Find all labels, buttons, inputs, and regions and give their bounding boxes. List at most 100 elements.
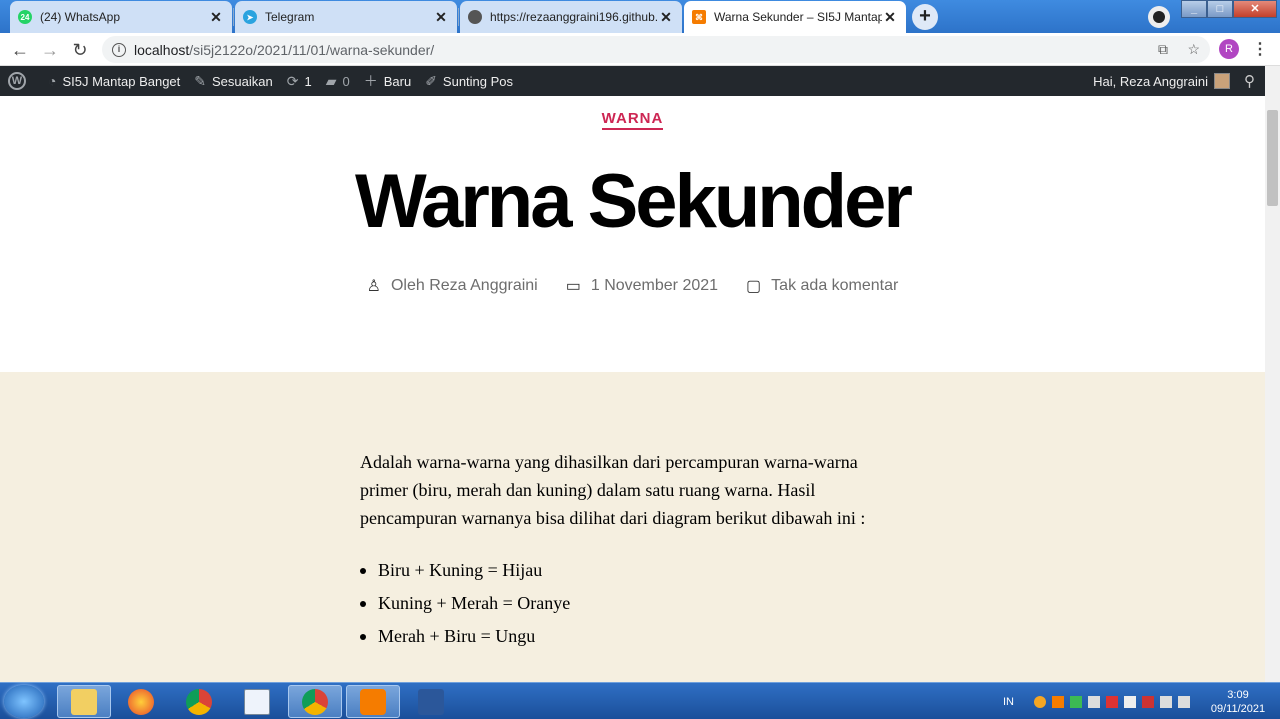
device-tray-icon[interactable] xyxy=(1088,695,1100,708)
user-avatar[interactable] xyxy=(1214,73,1230,89)
telegram-icon: ➤ xyxy=(243,10,257,24)
taskbar-chrome[interactable] xyxy=(172,685,226,718)
notepad-icon xyxy=(244,688,270,715)
xampp-icon: ⌘ xyxy=(692,10,706,24)
category-link[interactable]: WARNA xyxy=(601,110,664,130)
list-item: Biru + Kuning = Hijau xyxy=(360,554,570,587)
comments-link[interactable]: ▰ 0 xyxy=(326,73,350,90)
taskbar-xampp[interactable] xyxy=(346,685,400,718)
firefox-icon xyxy=(128,688,154,715)
wp-admin-bar: W ◔ SI5J Mantap Banget ✎ Sesuaikan ⟳ 1 ▰… xyxy=(0,66,1265,96)
new-tab-button[interactable]: + xyxy=(912,4,938,30)
close-tab-icon[interactable]: ✕ xyxy=(208,9,224,26)
plus-icon: ＋ xyxy=(363,73,378,89)
system-tray: IN 3:09 09/11/2021 xyxy=(1003,683,1280,719)
wordpress-logo-icon[interactable]: W xyxy=(8,72,26,90)
user-greeting[interactable]: Hai, Reza Anggraini xyxy=(1093,74,1208,89)
tab-warna-sekunder[interactable]: ⌘ Warna Sekunder – SI5J Mantap B ✕ xyxy=(684,1,906,33)
post-category: WARNA xyxy=(0,110,1265,130)
bullet-icon xyxy=(360,567,366,574)
clock-date: 09/11/2021 xyxy=(1210,702,1266,715)
minimize-button[interactable]: _ xyxy=(1181,0,1207,18)
bullet-icon xyxy=(360,600,366,607)
translate-icon[interactable]: ⧉ xyxy=(1158,41,1168,58)
address-bar[interactable]: i localhost/si5j2122o/2021/11/01/warna-s… xyxy=(102,36,1210,63)
person-icon: ♙ xyxy=(366,278,381,295)
warning-tray-icon[interactable] xyxy=(1106,695,1118,708)
date-link[interactable]: 1 November 2021 xyxy=(591,277,718,295)
list-item-text: Kuning + Merah = Oranye xyxy=(378,593,571,613)
close-tab-icon[interactable]: ✕ xyxy=(433,9,449,26)
updates-count: 1 xyxy=(304,73,312,89)
forward-arrow-icon[interactable]: → xyxy=(39,39,61,61)
reload-icon[interactable]: ↻ xyxy=(69,39,91,61)
maximize-button[interactable]: □ xyxy=(1207,0,1233,18)
signal-tray-icon[interactable] xyxy=(1160,695,1172,708)
tab-search-icon[interactable] xyxy=(1148,6,1170,28)
flag-tray-icon[interactable] xyxy=(1124,695,1136,708)
tab-divider xyxy=(233,8,234,26)
back-arrow-icon[interactable]: ← xyxy=(9,39,31,61)
folder-icon xyxy=(71,688,97,715)
url-path: /si5j2122o/2021/11/01/warna-sekunder/ xyxy=(189,41,435,58)
clock[interactable]: 3:09 09/11/2021 xyxy=(1196,688,1280,716)
list-item-text: Biru + Kuning = Hijau xyxy=(378,560,543,580)
author-link[interactable]: Oleh Reza Anggraini xyxy=(391,277,538,295)
post-title: Warna Sekunder xyxy=(355,159,913,244)
drive-tray-icon[interactable] xyxy=(1070,695,1082,708)
taskbar-word[interactable] xyxy=(404,685,458,718)
tab-whatsapp[interactable]: 24 (24) WhatsApp ✕ xyxy=(10,1,232,33)
close-tab-icon[interactable]: ✕ xyxy=(882,9,898,26)
customize-label: Sesuaikan xyxy=(212,73,273,89)
start-button[interactable] xyxy=(4,685,44,718)
bullet-icon xyxy=(360,633,366,640)
security-tray-icon[interactable] xyxy=(1142,695,1154,708)
close-tab-icon[interactable]: ✕ xyxy=(658,9,674,26)
edit-post-label: Sunting Pos xyxy=(442,73,514,89)
new-label: Baru xyxy=(383,73,412,89)
tab-title: Telegram xyxy=(265,10,315,24)
tab-title: (24) WhatsApp xyxy=(40,10,121,24)
list-item-text: Merah + Biru = Ungu xyxy=(378,626,536,646)
post-date: ▭ 1 November 2021 xyxy=(566,276,718,296)
comment-bubble-icon: ▰ xyxy=(325,72,337,89)
list-item: Kuning + Merah = Oranye xyxy=(360,587,570,620)
updates-link[interactable]: ⟳ 1 xyxy=(287,73,312,90)
taskbar-notepad[interactable] xyxy=(230,685,284,718)
tab-divider xyxy=(458,8,459,26)
post-meta: ♙ Oleh Reza Anggraini ▭ 1 November 2021 ▢ T… xyxy=(0,276,1265,296)
tab-title: Warna Sekunder – SI5J Mantap B xyxy=(714,10,882,24)
info-icon[interactable]: i xyxy=(112,42,126,57)
customize-link[interactable]: ✎ Sesuaikan xyxy=(194,73,272,90)
pencil-icon: ✐ xyxy=(425,72,437,89)
scrollbar-thumb[interactable] xyxy=(1267,110,1278,206)
language-indicator[interactable]: IN xyxy=(1003,696,1014,708)
url-host: localhost xyxy=(134,41,190,58)
menu-kebab-icon[interactable]: ⋮ xyxy=(1252,39,1268,59)
tab-github[interactable]: https://rezaanggraini196.github.i ✕ xyxy=(460,1,682,33)
search-icon[interactable]: ⚲ xyxy=(1244,72,1255,90)
tab-telegram[interactable]: ➤ Telegram ✕ xyxy=(235,1,457,33)
volume-tray-icon[interactable] xyxy=(1178,695,1190,708)
close-window-button[interactable]: ✕ xyxy=(1233,0,1277,18)
taskbar-explorer[interactable] xyxy=(57,685,111,718)
taskbar-firefox[interactable] xyxy=(114,685,168,718)
xampp-tray-icon[interactable] xyxy=(1052,695,1064,708)
page-scrollbar[interactable] xyxy=(1265,66,1280,682)
new-content-link[interactable]: ＋ Baru xyxy=(364,71,411,91)
comments-count: 0 xyxy=(342,73,350,89)
comments-link[interactable]: Tak ada komentar xyxy=(771,277,898,295)
xampp-icon xyxy=(360,688,386,715)
search-tray-icon[interactable] xyxy=(1034,695,1046,708)
site-name-link[interactable]: ◔ SI5J Mantap Banget xyxy=(48,73,180,89)
dashboard-icon: ◔ xyxy=(48,73,57,89)
taskbar-chrome-profile[interactable] xyxy=(288,685,342,718)
edit-post-link[interactable]: ✐ Sunting Pos xyxy=(425,73,513,90)
profile-avatar[interactable]: R xyxy=(1219,39,1239,59)
window-controls: _ □ ✕ xyxy=(1181,0,1277,18)
page-content: WARNA Warna Sekunder ♙ Oleh Reza Anggrain… xyxy=(0,96,1265,682)
brush-icon: ✎ xyxy=(194,72,207,89)
post-comments: ▢ Tak ada komentar xyxy=(746,276,898,296)
whatsapp-icon: 24 xyxy=(18,10,32,24)
bookmark-star-icon[interactable]: ☆ xyxy=(1187,41,1200,58)
